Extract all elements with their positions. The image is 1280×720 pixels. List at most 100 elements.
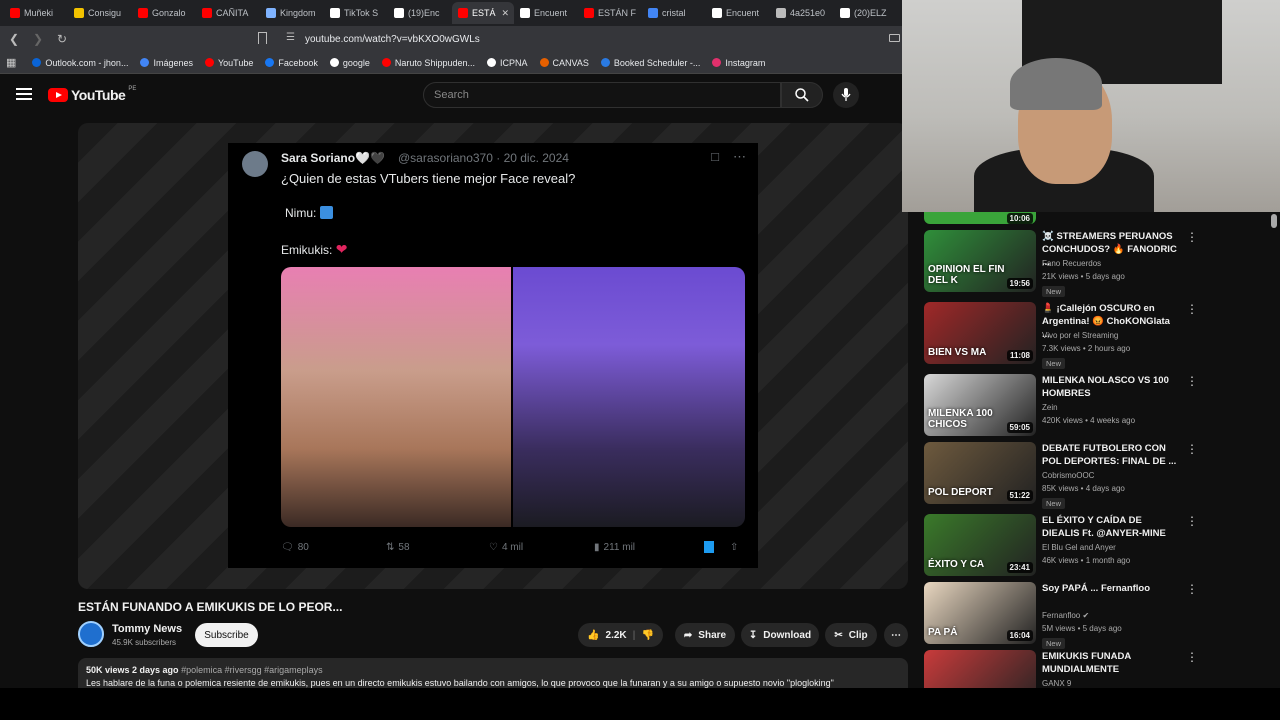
browser-tab[interactable]: 4a251e0 <box>770 2 834 24</box>
dislike-button[interactable]: 👎 <box>641 630 653 641</box>
share-button[interactable]: ➦ Share <box>675 623 735 647</box>
browser-tab[interactable]: (19)Enc <box>388 2 452 24</box>
browser-tab[interactable]: ESTÁN F <box>578 2 642 24</box>
recommended-video[interactable]: ÉXITO Y CA 23:41 EL ÉXITO Y CAÍDA DE DIEAL… <box>924 514 1264 580</box>
video-thumbnail[interactable]: POL DEPORT 51:22 <box>924 442 1036 504</box>
recommended-video[interactable]: POL DEPORT 51:22 DEBATE FUTBOLERO CON POL … <box>924 442 1264 509</box>
bookmark-item[interactable]: google <box>324 58 376 68</box>
more-vertical-icon[interactable]: ⋮ <box>1186 514 1198 528</box>
recommended-channel[interactable]: Fernanfloo ✔ <box>1042 609 1089 623</box>
more-vertical-icon[interactable]: ⋮ <box>1186 374 1198 388</box>
more-vertical-icon[interactable]: ⋮ <box>1186 442 1198 456</box>
more-vertical-icon[interactable]: ⋮ <box>1186 302 1198 316</box>
browser-tab[interactable]: Gonzalo <box>132 2 196 24</box>
clip-button[interactable]: ✂ Clip <box>825 623 877 647</box>
browser-tab[interactable]: (20)ELZ <box>834 2 898 24</box>
address-bar[interactable]: youtube.com/watch?v=vbKXO0wGWLs <box>305 29 480 49</box>
back-icon[interactable]: ❮ <box>4 32 24 46</box>
bookmark-favicon-icon <box>712 58 722 67</box>
divider: | <box>632 629 636 641</box>
recommended-video[interactable]: BIEN VS MA 11:08 💄 ¡Callejón OSCURO en Arg… <box>924 302 1264 369</box>
more-vertical-icon[interactable]: ⋮ <box>1186 230 1198 244</box>
search-button[interactable] <box>781 82 823 108</box>
channel-avatar[interactable] <box>78 621 104 647</box>
top-partial-thumbnail[interactable]: 10:06 <box>924 212 1036 224</box>
recommended-channel[interactable]: Zein <box>1042 401 1058 415</box>
views-and-date: 50K views 2 days ago <box>86 665 179 675</box>
channel-name[interactable]: Tommy News <box>112 623 182 635</box>
browser-tab[interactable]: Consigu <box>68 2 132 24</box>
bookmark-item[interactable]: Outlook.com - jhon... <box>26 58 134 68</box>
recommended-channel[interactable]: CobrismoOOC <box>1042 469 1094 483</box>
bookmark-label: ICPNA <box>499 57 528 68</box>
tweet-replies-count: 80 <box>297 541 309 553</box>
browser-tab[interactable]: CAÑITA <box>196 2 260 24</box>
apps-grid-icon[interactable]: ▦ <box>6 56 16 69</box>
recommended-title[interactable]: EL ÉXITO Y CAÍDA DE DIEALIS Ft. @ANYER-M… <box>1042 514 1180 540</box>
video-thumbnail[interactable]: MILENKA 100 CHICOS 59:05 <box>924 374 1036 436</box>
recommended-channel[interactable]: Fano Recuerdos <box>1042 257 1101 271</box>
recommended-video[interactable]: OPINION EL FIN DEL K 19:56 ☠️ STREAMERS PE… <box>924 230 1264 297</box>
youtube-logo[interactable]: YouTube PE <box>48 86 136 103</box>
video-thumbnail[interactable]: PA PÁ 16:04 <box>924 582 1036 644</box>
bookmark-item[interactable]: Instagram <box>706 58 771 68</box>
search-input[interactable]: Search <box>423 82 781 108</box>
hashtags[interactable]: #polemica #riversgg #arigameplays <box>181 665 323 675</box>
bookmark-item[interactable]: YouTube <box>199 58 259 68</box>
bookmark-item[interactable]: Imágenes <box>134 58 199 68</box>
browser-tab[interactable]: cristal <box>642 2 706 24</box>
video-thumbnail[interactable]: BIEN VS MA 11:08 <box>924 302 1036 364</box>
subscribe-button[interactable]: Subscribe <box>195 623 258 647</box>
browser-tab[interactable]: TikTok S <box>324 2 388 24</box>
tweet-avatar <box>242 151 268 177</box>
bookmark-item[interactable]: CANVAS <box>534 58 595 68</box>
recommended-stats: 5M views • 5 days ago <box>1042 624 1122 633</box>
duration-badge: 51:22 <box>1006 490 1033 501</box>
recommended-video[interactable]: MILENKA 100 CHICOS 59:05 MILENKA NOLASCO V… <box>924 374 1264 440</box>
browser-tab[interactable]: Muñeki <box>4 2 68 24</box>
recommended-channel[interactable]: GANX 9 <box>1042 677 1071 688</box>
cast-icon[interactable] <box>889 34 900 42</box>
more-vertical-icon[interactable]: ⋮ <box>1186 650 1198 664</box>
tweet-text: ¿Quien de estas VTubers tiene mejor Face… <box>281 171 576 186</box>
tweet-card: Sara Soriano🤍🖤 @sarasoriano370 · 20 dic.… <box>228 143 758 568</box>
browser-tab[interactable]: Kingdom <box>260 2 324 24</box>
recommended-title[interactable]: Soy PAPÁ ... Fernanfloo <box>1042 582 1180 595</box>
bookmark-favicon-icon <box>265 58 275 67</box>
menu-icon[interactable] <box>16 88 32 100</box>
more-actions-button[interactable]: ⋯ <box>884 623 908 647</box>
download-button[interactable]: ↧ Download <box>741 623 819 647</box>
browser-tab[interactable]: Encuent <box>706 2 770 24</box>
forward-icon[interactable]: ❯ <box>28 32 48 46</box>
browser-tab[interactable]: Encuent <box>514 2 578 24</box>
close-tab-icon[interactable]: ✕ <box>502 8 510 19</box>
voice-search-button[interactable] <box>833 82 859 108</box>
video-thumbnail[interactable]: KACHUDO <box>924 650 1036 688</box>
browser-tab[interactable]: ESTÁ ✕ <box>452 2 514 24</box>
recommended-title[interactable]: EMIKUKIS FUNADA MUNDIALMENTE <box>1042 650 1180 676</box>
bookmark-item[interactable]: Booked Scheduler -... <box>595 58 707 68</box>
video-player[interactable]: Sara Soriano🤍🖤 @sarasoriano370 · 20 dic.… <box>78 123 908 589</box>
download-label: Download <box>763 629 812 641</box>
recommended-stats: 85K views • 4 days ago <box>1042 484 1125 493</box>
bookmark-item[interactable]: Naruto Shippuden... <box>376 58 481 68</box>
bookmark-star-icon[interactable] <box>258 32 267 44</box>
bookmark-item[interactable]: Facebook <box>259 58 324 68</box>
reload-icon[interactable]: ↻ <box>52 32 72 46</box>
like-button[interactable]: 👍 2.2K <box>587 630 627 641</box>
bookmark-label: Facebook <box>278 57 318 68</box>
recommended-title[interactable]: MILENKA NOLASCO VS 100 HOMBRES <box>1042 374 1180 400</box>
recommended-title[interactable]: DEBATE FUTBOLERO CON POL DEPORTES: FINAL… <box>1042 442 1180 468</box>
bookmark-item[interactable]: ICPNA <box>481 58 534 68</box>
more-vertical-icon[interactable]: ⋮ <box>1186 582 1198 596</box>
recommended-channel[interactable]: El Blu Gel and Anyer <box>1042 541 1116 555</box>
sidebar-scrollbar[interactable] <box>1271 212 1277 688</box>
site-info-icon[interactable]: ☰ <box>286 32 295 43</box>
video-thumbnail[interactable]: ÉXITO Y CA 23:41 <box>924 514 1036 576</box>
scroll-thumb[interactable] <box>1271 214 1277 228</box>
recommended-video[interactable]: KACHUDOEMIKUKIS FUNADA MUNDIALMENTEGANX … <box>924 650 1264 688</box>
recommended-video[interactable]: PA PÁ 16:04 Soy PAPÁ ... Fernanfloo Fernanf… <box>924 582 1264 649</box>
recommended-channel[interactable]: Vivo por el Streaming <box>1042 329 1118 343</box>
description-box[interactable]: 50K views 2 days ago #polemica #riversgg… <box>78 658 908 690</box>
video-thumbnail[interactable]: OPINION EL FIN DEL K 19:56 <box>924 230 1036 292</box>
